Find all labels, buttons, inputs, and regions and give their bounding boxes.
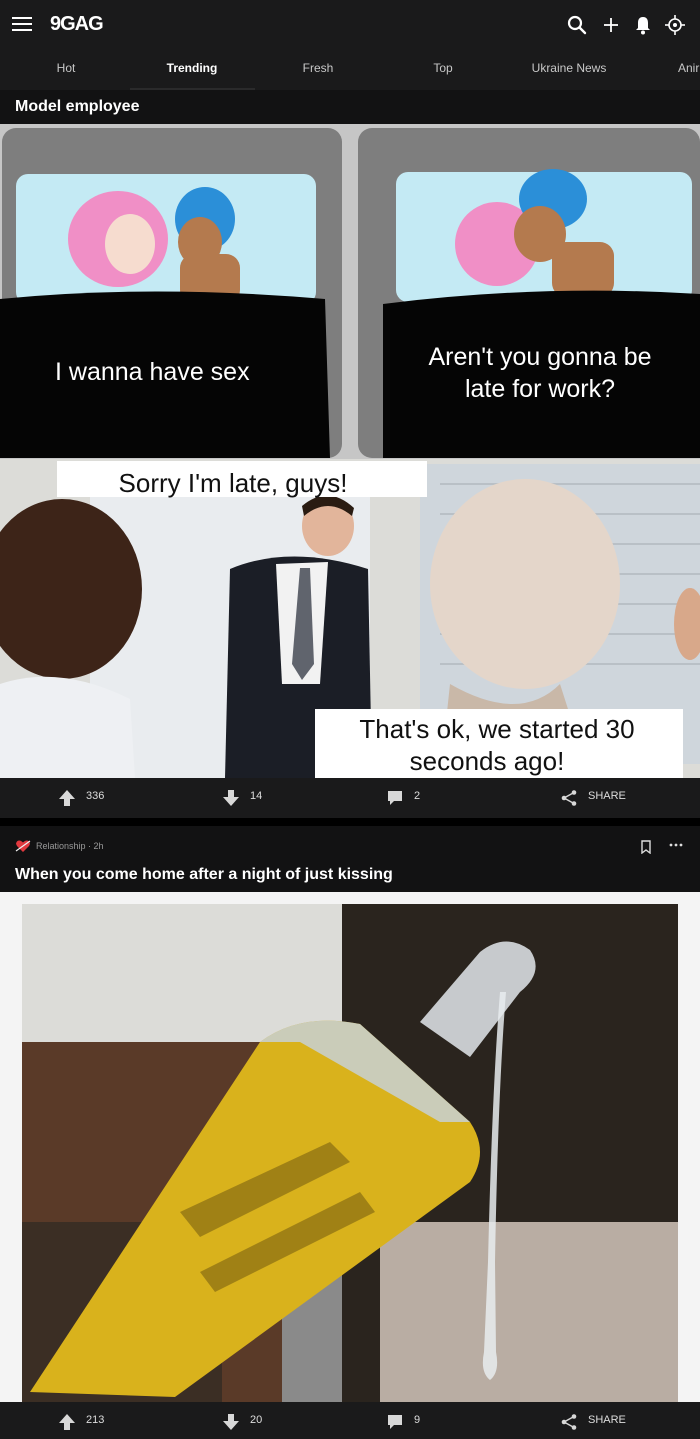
search-icon[interactable] <box>566 14 588 36</box>
tab-fresh[interactable]: Fresh <box>303 61 334 75</box>
tab-hot[interactable]: Hot <box>57 61 76 75</box>
downvote-icon[interactable] <box>222 789 240 807</box>
upvote-icon[interactable] <box>58 789 76 807</box>
meme-caption-1: I wanna have sex <box>55 358 250 386</box>
comment-icon[interactable] <box>386 1413 404 1431</box>
post-image[interactable] <box>0 892 700 1402</box>
post-action-bar: 336 14 2 SHARE <box>0 778 700 818</box>
post-action-bar: 213 20 9 SHARE <box>0 1402 700 1439</box>
meme-caption-3: Sorry I'm late, guys! <box>119 468 348 498</box>
post-category-meta[interactable]: Relationship · 2h <box>36 841 104 851</box>
meme-illustration: I wanna have sex Aren't you gonna be lat… <box>0 124 700 778</box>
tab-top[interactable]: Top <box>433 61 452 75</box>
share-button[interactable]: SHARE <box>588 790 626 802</box>
bell-icon[interactable] <box>632 14 654 36</box>
post-title[interactable]: When you come home after a night of just… <box>15 866 393 884</box>
downvote-icon[interactable] <box>222 1413 240 1431</box>
relationship-heart-icon <box>15 840 31 852</box>
post-image[interactable]: I wanna have sex Aren't you gonna be lat… <box>0 124 700 778</box>
meme-caption-4a: That's ok, we started 30 <box>359 714 634 744</box>
bookmark-icon[interactable] <box>640 840 652 854</box>
hamburger-menu-icon[interactable] <box>12 17 32 31</box>
comment-count: 2 <box>414 790 421 802</box>
section-tabs: Hot Trending Fresh Top Ukraine News Anir <box>0 48 700 90</box>
top-navbar: 9GAG <box>0 0 700 48</box>
more-options-icon[interactable] <box>668 840 684 850</box>
downvote-count: 14 <box>250 790 263 802</box>
downvote-count: 20 <box>250 1414 263 1426</box>
toothpaste-photo <box>0 892 700 1402</box>
post-title[interactable]: Model employee <box>15 98 139 116</box>
tab-ukraine-news[interactable]: Ukraine News <box>532 61 607 75</box>
plus-icon[interactable] <box>600 14 622 36</box>
meme-caption-2a: Aren't you gonna be <box>429 343 652 371</box>
share-button[interactable]: SHARE <box>588 1414 626 1426</box>
comment-count: 9 <box>414 1414 421 1426</box>
svg-text:I wanna have sex: I wanna have sex <box>55 358 250 386</box>
meme-caption-4b: seconds ago! <box>410 746 565 776</box>
share-icon[interactable] <box>560 1413 578 1431</box>
share-icon[interactable] <box>560 789 578 807</box>
comment-icon[interactable] <box>386 789 404 807</box>
upvote-count: 213 <box>86 1414 105 1426</box>
post-header: Model employee <box>0 90 700 124</box>
site-logo[interactable]: 9GAG <box>50 13 104 36</box>
upvote-count: 336 <box>86 790 105 802</box>
tab-animals[interactable]: Anir <box>678 61 699 75</box>
tab-trending[interactable]: Trending <box>167 61 218 75</box>
post-header: Relationship · 2h When you come home aft… <box>0 826 700 892</box>
upvote-icon[interactable] <box>58 1413 76 1431</box>
meme-caption-2b: late for work? <box>465 375 615 403</box>
crosshair-icon[interactable] <box>664 14 686 36</box>
